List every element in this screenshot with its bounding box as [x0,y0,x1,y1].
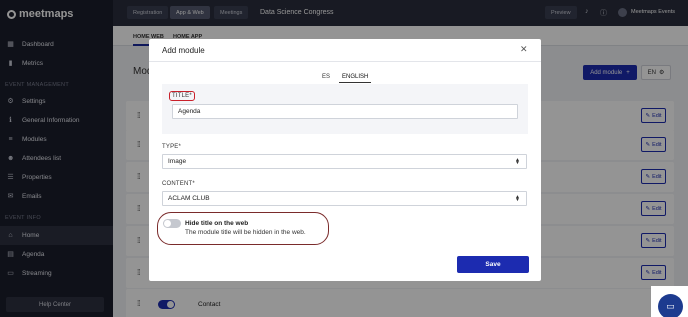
title-input[interactable]: Agenda [172,104,518,119]
hide-title-description: The module title will be hidden in the w… [185,229,306,236]
select-arrows-icon: ▲ ▼ [515,157,520,166]
type-select-value: Image [168,158,187,165]
title-label: TITLE* [169,91,195,101]
tab-lang-es[interactable]: ES [319,72,333,83]
tab-lang-english[interactable]: ENGLISH [339,72,372,83]
content-label: CONTENT* [162,181,195,187]
type-label: TYPE* [162,144,182,150]
hide-title-label: Hide title on the web [185,220,249,227]
content-select[interactable]: ACLAM CLUB ▲ ▼ [162,191,527,206]
title-panel: TITLE* Agenda [162,84,528,134]
dialog-title: Add module [162,46,205,55]
hide-title-toggle[interactable] [163,219,181,228]
chat-widget: ▭ [651,286,688,317]
language-tabs: ES ENGLISH [319,72,372,83]
add-module-dialog: Add module ✕ ES ENGLISH TITLE* Agenda TY… [149,39,541,281]
chat-bubble-icon[interactable]: ▭ [658,294,683,317]
divider [149,61,541,62]
type-select[interactable]: Image ▲ ▼ [162,154,527,169]
close-icon[interactable]: ✕ [520,44,528,55]
select-arrows-icon: ▲ ▼ [515,194,520,203]
content-select-value: ACLAM CLUB [168,195,210,202]
save-button[interactable]: Save [457,256,529,273]
